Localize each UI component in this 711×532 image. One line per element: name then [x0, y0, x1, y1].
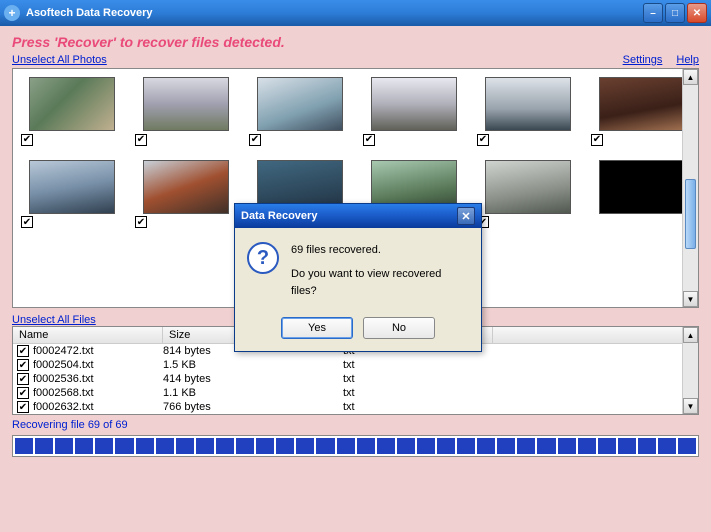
photo-image	[29, 77, 115, 131]
status-text: Recovering file 69 of 69	[12, 419, 699, 431]
photo-thumb[interactable]	[591, 160, 677, 229]
file-checkbox[interactable]: ✔	[17, 359, 29, 371]
unselect-all-files-link[interactable]: Unselect All Files	[12, 314, 96, 326]
photo-checkbox[interactable]: ✔	[135, 216, 147, 228]
help-link[interactable]: Help	[676, 54, 699, 66]
photo-thumb[interactable]: ✔	[363, 77, 449, 146]
yes-button[interactable]: Yes	[281, 317, 353, 339]
photo-image	[29, 160, 115, 214]
photo-image	[143, 160, 229, 214]
file-name: f0002536.txt	[33, 373, 163, 385]
photo-thumb[interactable]: ✔	[591, 77, 677, 146]
photo-image	[257, 77, 343, 131]
scroll-up-icon[interactable]: ▲	[683, 69, 698, 85]
file-size: 414 bytes	[163, 373, 343, 385]
file-name: f0002632.txt	[33, 401, 163, 413]
photo-thumb[interactable]: ✔	[477, 77, 563, 146]
photo-scrollbar[interactable]: ▲ ▼	[682, 69, 698, 307]
window-title: Asoftech Data Recovery	[26, 7, 643, 19]
close-button[interactable]: ✕	[687, 3, 707, 23]
photo-checkbox[interactable]: ✔	[135, 134, 147, 146]
file-checkbox[interactable]: ✔	[17, 401, 29, 413]
question-icon: ?	[247, 242, 279, 274]
photo-image	[485, 77, 571, 131]
photo-thumb[interactable]: ✔	[477, 160, 563, 229]
file-row[interactable]: ✔ f0002568.txt1.1 KBtxt	[13, 386, 698, 400]
file-name: f0002472.txt	[33, 345, 163, 357]
dialog-close-button[interactable]: ✕	[457, 207, 475, 225]
file-ext: txt	[343, 373, 493, 385]
unselect-all-photos-link[interactable]: Unselect All Photos	[12, 54, 107, 66]
instruction-text: Press 'Recover' to recover files detecte…	[12, 34, 699, 50]
file-size: 1.5 KB	[163, 359, 343, 371]
dialog-line2: Do you want to view recovered files?	[291, 266, 469, 301]
progress-bar	[12, 435, 699, 457]
file-rows: ✔f0002472.txt814 bytestxt ✔f0002504.txt1…	[13, 344, 698, 414]
settings-link[interactable]: Settings	[623, 54, 663, 66]
dialog-title-bar: Data Recovery ✕	[235, 204, 481, 228]
photo-image	[143, 77, 229, 131]
file-row[interactable]: ✔ f0002504.txt1.5 KBtxt	[13, 358, 698, 372]
photo-image	[485, 160, 571, 214]
dialog-line1: 69 files recovered.	[291, 242, 469, 260]
col-header-blank	[493, 327, 698, 343]
photo-thumb[interactable]: ✔	[135, 77, 221, 146]
file-size: 1.1 KB	[163, 387, 343, 399]
photo-image	[599, 160, 685, 214]
photo-checkbox[interactable]: ✔	[21, 134, 33, 146]
file-row[interactable]: ✔ f0002632.txt766 bytestxt	[13, 400, 698, 414]
photo-thumb[interactable]: ✔	[21, 77, 107, 146]
file-name: f0002568.txt	[33, 387, 163, 399]
photo-checkbox[interactable]: ✔	[477, 134, 489, 146]
file-ext: txt	[343, 401, 493, 413]
file-ext: txt	[343, 359, 493, 371]
photo-checkbox[interactable]: ✔	[249, 134, 261, 146]
photo-checkbox[interactable]: ✔	[363, 134, 375, 146]
scroll-thumb[interactable]	[685, 179, 696, 249]
file-row[interactable]: ✔ f0002536.txt414 bytestxt	[13, 372, 698, 386]
file-checkbox[interactable]: ✔	[17, 387, 29, 399]
file-scrollbar[interactable]: ▲ ▼	[682, 327, 698, 414]
dialog-message: 69 files recovered. Do you want to view …	[291, 242, 469, 301]
scroll-down-icon[interactable]: ▼	[683, 291, 698, 307]
dialog-title: Data Recovery	[241, 210, 457, 222]
scroll-up-icon[interactable]: ▲	[683, 327, 698, 343]
file-checkbox[interactable]: ✔	[17, 345, 29, 357]
photo-thumb[interactable]: ✔	[21, 160, 107, 229]
photo-checkbox[interactable]: ✔	[21, 216, 33, 228]
photo-thumb[interactable]: ✔	[249, 77, 335, 146]
file-ext: txt	[343, 387, 493, 399]
photo-thumb[interactable]: ✔	[135, 160, 221, 229]
no-button[interactable]: No	[363, 317, 435, 339]
title-bar: + Asoftech Data Recovery – □ ✕	[0, 0, 711, 26]
maximize-button[interactable]: □	[665, 3, 685, 23]
photo-checkbox[interactable]: ✔	[591, 134, 603, 146]
scroll-down-icon[interactable]: ▼	[683, 398, 698, 414]
file-size: 766 bytes	[163, 401, 343, 413]
photo-image	[371, 77, 457, 131]
file-checkbox[interactable]: ✔	[17, 373, 29, 385]
minimize-button[interactable]: –	[643, 3, 663, 23]
app-icon: +	[4, 5, 20, 21]
recovery-dialog: Data Recovery ✕ ? 69 files recovered. Do…	[234, 203, 482, 352]
photo-image	[599, 77, 685, 131]
file-name: f0002504.txt	[33, 359, 163, 371]
col-header-name[interactable]: Name	[13, 327, 163, 343]
